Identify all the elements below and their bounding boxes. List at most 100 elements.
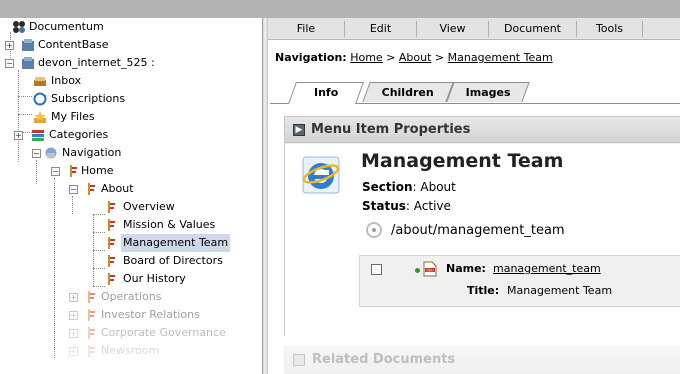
top-bar	[0, 0, 680, 18]
internet-explorer-icon	[302, 156, 340, 194]
panel-body: Management Team Section: About Status: A…	[285, 144, 680, 336]
title-label: Title:	[467, 284, 500, 297]
tree-label: Overview	[123, 200, 175, 213]
tree-item-history[interactable]: Our History	[0, 270, 220, 288]
html-document-icon: htm	[423, 261, 437, 277]
menu-item-properties-panel: ▶ Menu Item Properties Management Team S…	[284, 116, 680, 336]
tree-item-home[interactable]: − Home	[0, 162, 200, 180]
item-path: /about/management_team	[391, 223, 565, 238]
select-checkbox[interactable]	[371, 264, 382, 275]
tree-item-inbox[interactable]: Inbox	[0, 72, 200, 90]
tree-label: About	[101, 182, 134, 195]
tree-item-navigation[interactable]: − Navigation	[0, 144, 200, 162]
related-toggle-icon[interactable]	[293, 354, 305, 366]
tree-label: Subscriptions	[51, 92, 126, 105]
tree-label: ContentBase	[38, 38, 109, 51]
breadcrumb-separator: >	[386, 51, 396, 64]
tree-item-corporate-governance[interactable]: + Corporate Governance	[0, 324, 262, 342]
menu-item-icon	[108, 201, 115, 213]
expand-icon[interactable]: +	[14, 131, 23, 140]
title-value: Management Team	[507, 284, 613, 297]
menu-file[interactable]: File	[268, 21, 345, 37]
tree-label: Home	[81, 164, 114, 177]
tree-label: Investor Relations	[101, 308, 200, 321]
tree-item-overview[interactable]: Overview	[0, 198, 220, 216]
status-field: Status: Active	[362, 199, 451, 213]
menu-item-icon	[88, 291, 95, 303]
tree-item-my-files[interactable]: My Files	[0, 108, 200, 126]
expand-icon[interactable]: +	[69, 329, 78, 338]
collapse-icon[interactable]: −	[51, 167, 60, 176]
path-radio-icon	[366, 222, 382, 238]
tree-label: Documentum	[29, 20, 104, 33]
section-value: : About	[412, 180, 456, 194]
menu-item-icon	[88, 183, 95, 195]
tree-item-docbase[interactable]: − devon_internet_525 :	[0, 54, 250, 72]
tree-item-documentum[interactable]: Documentum	[0, 18, 200, 36]
collapse-icon[interactable]: −	[32, 149, 41, 158]
menu-item-icon	[108, 255, 115, 267]
tab-children[interactable]: Children	[362, 82, 454, 102]
menu-item-icon	[108, 219, 115, 231]
tree-item-mission-values[interactable]: Mission & Values	[0, 216, 240, 234]
status-label: Status	[362, 199, 406, 213]
item-title: Management Team	[361, 150, 564, 172]
name-link[interactable]: management_team	[493, 262, 601, 275]
menu-item-icon	[108, 273, 115, 285]
navigation-tree: Documentum + ContentBase − devon_interne…	[0, 18, 262, 374]
breadcrumb-about-link[interactable]: About	[399, 51, 432, 64]
menu-item-icon	[108, 237, 115, 249]
menu-edit[interactable]: Edit	[345, 21, 417, 37]
breadcrumb-home-link[interactable]: Home	[350, 51, 382, 64]
star-folder-icon	[34, 111, 46, 123]
linked-document-row: htm Name: management_team Title: Managem…	[359, 255, 680, 307]
menu-document[interactable]: Document	[489, 21, 577, 37]
menu-view[interactable]: View	[417, 21, 489, 37]
expand-icon[interactable]: +	[5, 41, 14, 50]
tree-item-subscriptions[interactable]: Subscriptions	[0, 90, 200, 108]
tree-item-operations[interactable]: + Operations	[0, 288, 220, 306]
name-label: Name:	[446, 262, 486, 275]
expand-icon[interactable]: +	[69, 311, 78, 320]
menu-bar: File Edit View Document Tools	[268, 18, 680, 40]
collapse-icon[interactable]: −	[69, 185, 78, 194]
tree-label: Categories	[49, 128, 109, 141]
inbox-icon	[34, 77, 46, 86]
tree-fade	[0, 348, 262, 374]
tree-label: Our History	[123, 272, 186, 285]
panel-toggle-icon[interactable]: ▶	[293, 124, 305, 136]
docbase-icon	[22, 39, 34, 51]
tree-item-management-team[interactable]: Management Team	[0, 234, 250, 252]
subscriptions-icon	[33, 92, 47, 106]
panel-header: ▶ Menu Item Properties	[285, 117, 680, 143]
tree-item-categories[interactable]: + Categories	[0, 126, 200, 144]
menu-tools[interactable]: Tools	[577, 21, 643, 37]
tree-label: Management Team	[121, 234, 231, 252]
breadcrumb-current-link[interactable]: Management Team	[448, 51, 553, 64]
collapse-icon[interactable]: −	[5, 59, 14, 68]
menu-item-icon	[88, 327, 95, 339]
documentum-logo-icon	[13, 21, 25, 33]
tab-label: Images	[465, 86, 511, 99]
tab-label: Info	[313, 86, 339, 99]
tab-images[interactable]: Images	[446, 82, 530, 102]
tab-info[interactable]: Info	[287, 82, 365, 104]
tree-item-contentbase[interactable]: + ContentBase	[0, 36, 200, 54]
pane-splitter[interactable]	[262, 18, 268, 374]
tree-item-board[interactable]: Board of Directors	[0, 252, 250, 270]
tree-label: Corporate Governance	[101, 326, 226, 339]
section-field: Section: About	[362, 180, 456, 194]
tree-label: Navigation	[62, 146, 122, 159]
status-dot-icon	[415, 268, 420, 273]
menu-item-icon	[70, 165, 77, 177]
expand-icon[interactable]: +	[69, 293, 78, 302]
related-documents-panel: Related Documents	[284, 346, 680, 374]
tree-item-about[interactable]: − About	[0, 180, 200, 198]
related-title: Related Documents	[312, 352, 456, 367]
tree-item-investor-relations[interactable]: + Investor Relations	[0, 306, 240, 324]
breadcrumb: Navigation: Home > About > Management Te…	[275, 51, 553, 64]
tree-label: Mission & Values	[123, 218, 216, 231]
section-label: Section	[362, 180, 413, 194]
tree-label: devon_internet_525 :	[38, 56, 155, 69]
docbase-icon	[22, 57, 34, 69]
